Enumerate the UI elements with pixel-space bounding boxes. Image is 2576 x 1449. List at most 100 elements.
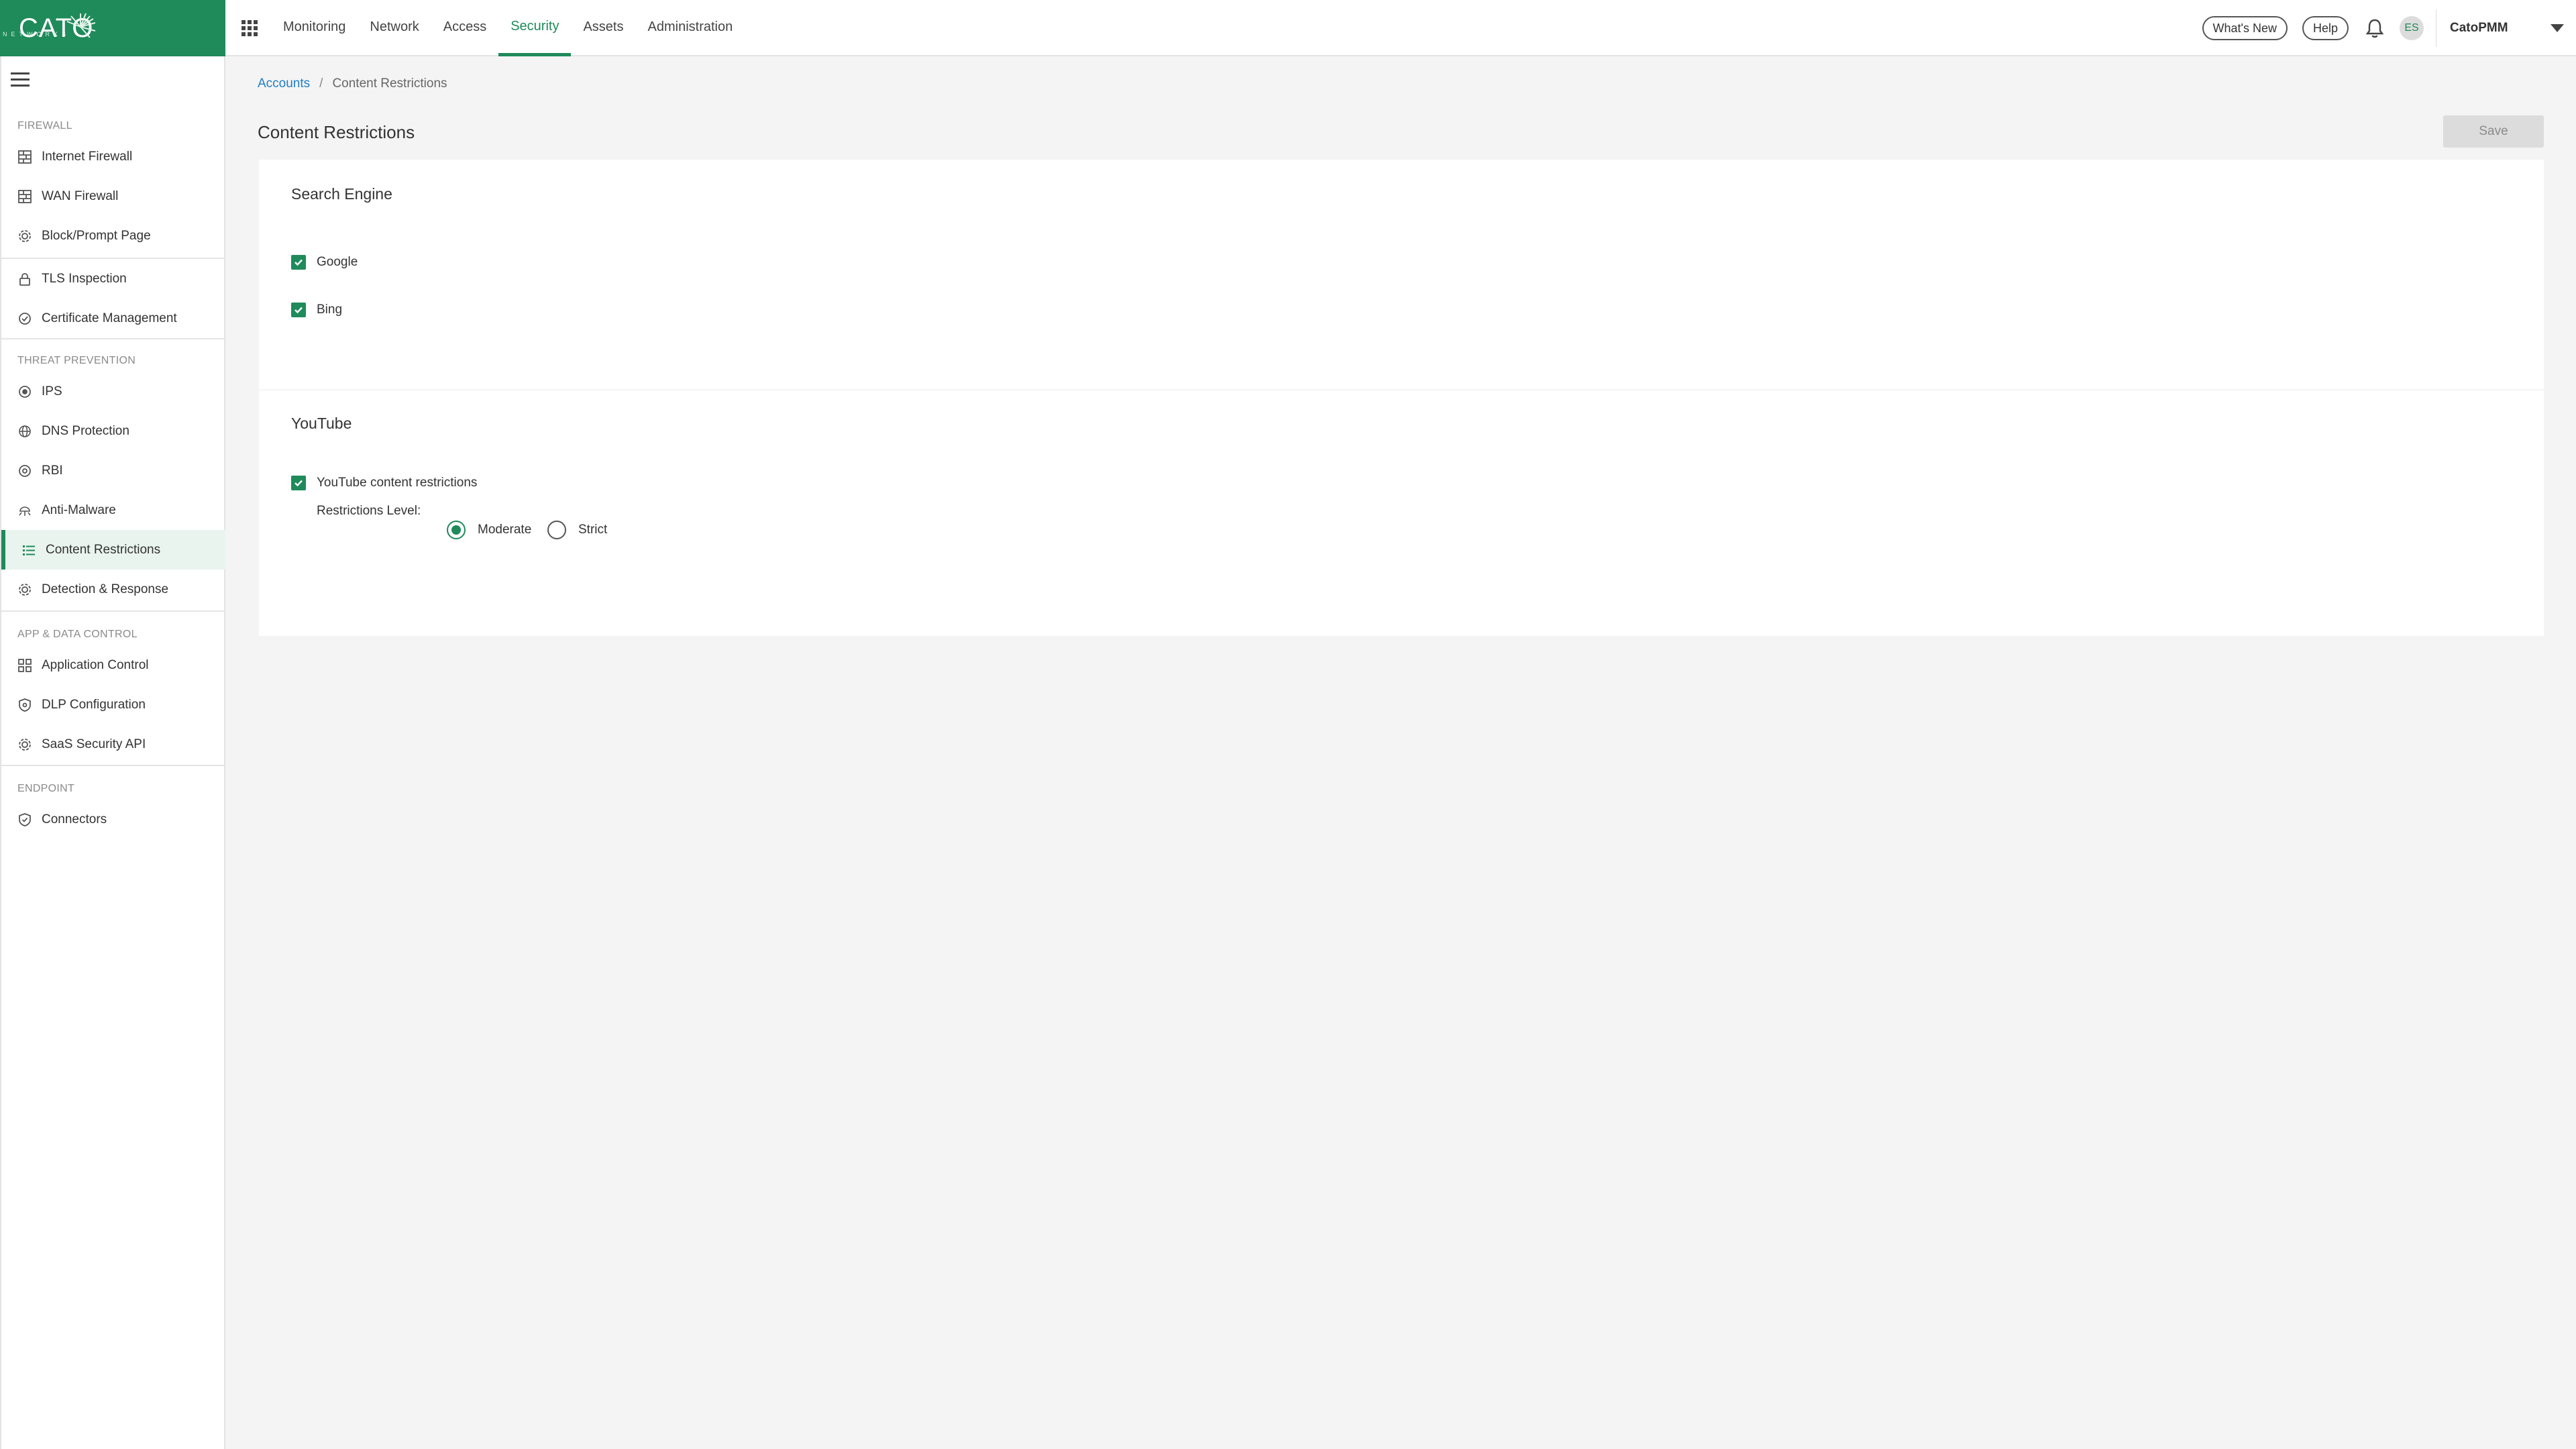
sidebar-section-app-data-control: APP & DATA CONTROL Application Control D… bbox=[1, 624, 225, 764]
youtube-restrictions-checkbox-row[interactable]: YouTube content restrictions bbox=[291, 476, 477, 490]
sidebar-item-label: Connectors bbox=[42, 812, 107, 826]
breadcrumb: Accounts / Content Restrictions bbox=[258, 76, 447, 91]
sidebar-item-label: DNS Protection bbox=[42, 423, 129, 438]
youtube-panel: YouTube YouTube content restrictions Res… bbox=[259, 390, 2544, 636]
checkmark-icon bbox=[294, 480, 303, 487]
firewall-icon bbox=[18, 150, 32, 164]
sidebar-item-saas-security-api[interactable]: SaaS Security API bbox=[1, 724, 225, 764]
top-right-controls: What's New Help ES CatoPMM bbox=[2202, 0, 2570, 56]
sidebar-item-label: Application Control bbox=[42, 657, 149, 672]
sidebar-item-label: DLP Configuration bbox=[42, 697, 146, 712]
radio-strict-label: Strict bbox=[578, 523, 608, 537]
sidebar-item-label: WAN Firewall bbox=[42, 189, 119, 203]
section-title-youtube: YouTube bbox=[291, 415, 352, 432]
logo-burst-icon bbox=[66, 13, 96, 38]
sidebar-section-threat-prevention: THREAT PREVENTION IPS DNS Protection RBI… bbox=[1, 350, 225, 609]
nav-access[interactable]: Access bbox=[431, 0, 498, 56]
menu-icon[interactable] bbox=[11, 72, 30, 87]
top-bar: CATO NETWORKS Monitoring Network Access … bbox=[0, 0, 2576, 56]
google-checkbox-row[interactable]: Google bbox=[291, 255, 358, 270]
gear-icon bbox=[19, 583, 31, 596]
nav-security[interactable]: Security bbox=[498, 0, 572, 56]
firewall-icon bbox=[18, 189, 32, 203]
logo[interactable]: CATO NETWORKS bbox=[0, 0, 225, 56]
sidebar-item-ips[interactable]: IPS bbox=[1, 372, 225, 411]
certificate-icon bbox=[19, 312, 31, 325]
sidebar-item-label: Block/Prompt Page bbox=[42, 228, 151, 243]
radio-moderate[interactable] bbox=[447, 521, 466, 539]
nav-administration[interactable]: Administration bbox=[636, 0, 745, 56]
sidebar-header: FIREWALL bbox=[17, 120, 72, 131]
target-icon bbox=[19, 385, 31, 398]
sidebar-section-endpoint: ENDPOINT Connectors bbox=[1, 778, 225, 839]
google-label: Google bbox=[317, 255, 358, 269]
youtube-restrictions-label: YouTube content restrictions bbox=[317, 476, 478, 490]
radio-moderate-label: Moderate bbox=[478, 523, 532, 537]
radio-strict-row[interactable]: Strict bbox=[547, 521, 607, 539]
save-button[interactable]: Save bbox=[2443, 115, 2544, 148]
breadcrumb-separator: / bbox=[319, 76, 323, 91]
top-nav: Monitoring Network Access Security Asset… bbox=[271, 0, 745, 56]
browser-icon bbox=[19, 464, 31, 477]
sidebar-item-block-prompt-page[interactable]: Block/Prompt Page bbox=[1, 216, 225, 256]
google-checkbox[interactable] bbox=[291, 255, 306, 270]
avatar[interactable]: ES bbox=[2400, 16, 2424, 40]
sidebar-item-label: Anti-Malware bbox=[42, 502, 116, 517]
radio-strict[interactable] bbox=[547, 521, 566, 539]
checkmark-icon bbox=[294, 307, 303, 314]
sidebar-item-detection-response[interactable]: Detection & Response bbox=[1, 570, 225, 609]
shield-check-icon bbox=[19, 812, 31, 826]
sidebar-item-certificate-management[interactable]: Certificate Management bbox=[1, 299, 225, 338]
sidebar-item-anti-malware[interactable]: Anti-Malware bbox=[1, 490, 225, 530]
breadcrumb-accounts-link[interactable]: Accounts bbox=[258, 76, 310, 91]
sidebar-item-application-control[interactable]: Application Control bbox=[1, 645, 225, 685]
checkmark-icon bbox=[294, 259, 303, 266]
divider bbox=[1, 765, 225, 766]
sidebar-header: ENDPOINT bbox=[17, 783, 75, 794]
sidebar-item-dns-protection[interactable]: DNS Protection bbox=[1, 411, 225, 451]
app-grid-icon bbox=[18, 658, 32, 672]
bell-icon[interactable] bbox=[2363, 17, 2386, 40]
sidebar-item-label: Detection & Response bbox=[42, 582, 169, 596]
sidebar-header: APP & DATA CONTROL bbox=[17, 629, 138, 640]
divider bbox=[1, 338, 225, 339]
bug-icon bbox=[19, 506, 31, 516]
bing-checkbox-row[interactable]: Bing bbox=[291, 303, 342, 317]
nav-assets[interactable]: Assets bbox=[571, 0, 635, 56]
help-button[interactable]: Help bbox=[2302, 16, 2349, 40]
sidebar-item-rbi[interactable]: RBI bbox=[1, 451, 225, 490]
sidebar-item-wan-firewall[interactable]: WAN Firewall bbox=[1, 176, 225, 216]
whats-new-button[interactable]: What's New bbox=[2202, 16, 2288, 40]
sidebar-item-internet-firewall[interactable]: Internet Firewall bbox=[1, 137, 225, 176]
sidebar-item-label: Certificate Management bbox=[42, 311, 177, 325]
page-title: Content Restrictions bbox=[258, 122, 415, 142]
bing-checkbox[interactable] bbox=[291, 303, 306, 317]
logo-subtext: NETWORKS bbox=[3, 31, 70, 38]
sidebar-item-label: Content Restrictions bbox=[46, 542, 161, 557]
radio-moderate-row[interactable]: Moderate bbox=[447, 521, 531, 539]
youtube-restrictions-checkbox[interactable] bbox=[291, 476, 306, 490]
restrictions-level-label: Restrictions Level: bbox=[317, 504, 421, 518]
chevron-down-icon[interactable] bbox=[2551, 24, 2564, 32]
shield-icon bbox=[19, 698, 31, 712]
gear-icon bbox=[19, 738, 31, 751]
sidebar-item-label: Internet Firewall bbox=[42, 149, 133, 164]
nav-network[interactable]: Network bbox=[358, 0, 431, 56]
sidebar-item-dlp-configuration[interactable]: DLP Configuration bbox=[1, 685, 225, 724]
bing-label: Bing bbox=[317, 303, 343, 317]
section-title-search-engine: Search Engine bbox=[291, 185, 392, 203]
sidebar-section-firewall: FIREWALL Internet Firewall WAN Firewall … bbox=[1, 115, 225, 256]
sidebar-item-label: IPS bbox=[42, 384, 62, 398]
nav-monitoring[interactable]: Monitoring bbox=[271, 0, 358, 56]
sidebar-item-label: SaaS Security API bbox=[42, 737, 146, 751]
sidebar-item-content-restrictions[interactable]: Content Restrictions bbox=[1, 530, 225, 570]
sidebar-section-tls: TLS Inspection Certificate Management bbox=[1, 259, 225, 338]
list-icon bbox=[23, 545, 35, 555]
divider bbox=[1, 610, 225, 612]
user-name[interactable]: CatoPMM bbox=[2450, 21, 2551, 36]
sidebar-item-label: RBI bbox=[42, 463, 63, 478]
search-engine-panel: Search Engine Google Bing bbox=[259, 160, 2544, 389]
sidebar-item-connectors[interactable]: Connectors bbox=[1, 800, 225, 839]
sidebar-item-tls-inspection[interactable]: TLS Inspection bbox=[1, 259, 225, 299]
apps-grid-icon[interactable] bbox=[240, 19, 259, 38]
